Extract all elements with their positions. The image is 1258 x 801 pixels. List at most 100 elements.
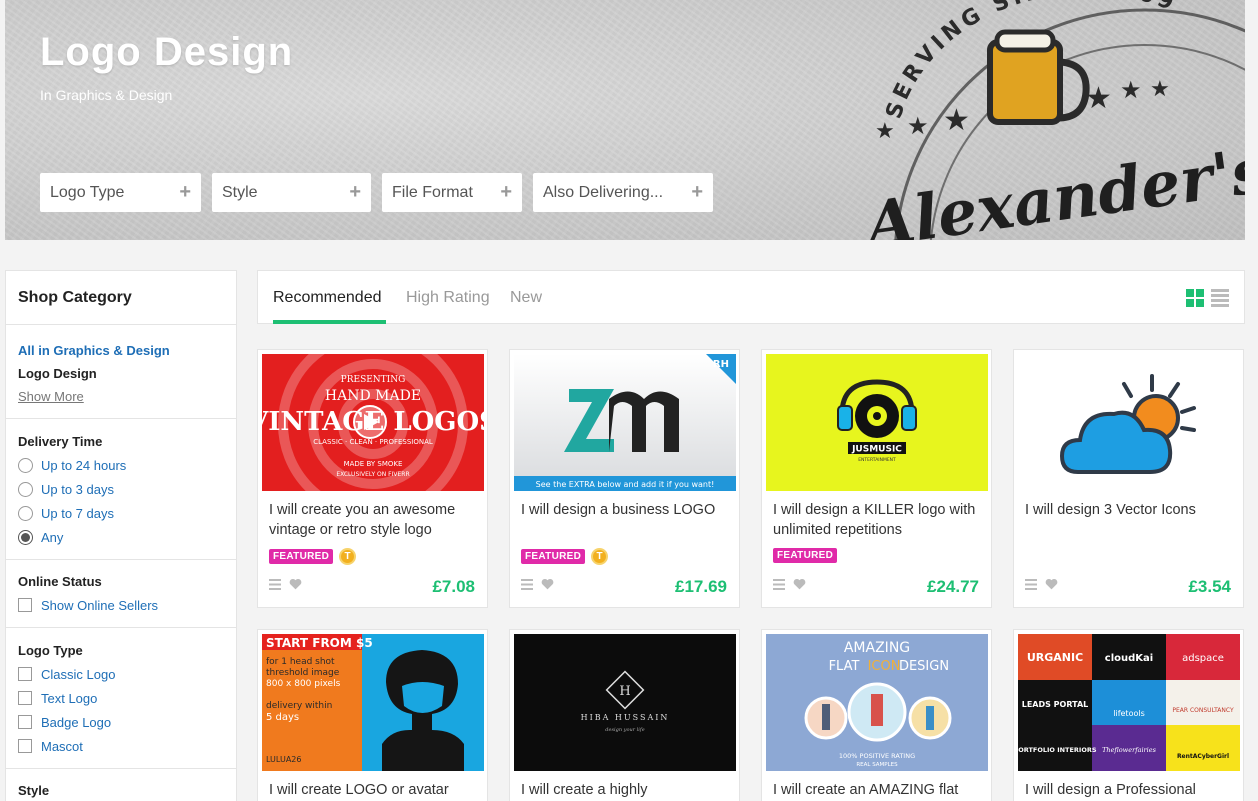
gig-title[interactable]: I will create you an awesome vintage or … <box>269 500 479 540</box>
heart-icon[interactable] <box>793 578 806 590</box>
badge-row: FEATURED T <box>521 548 609 565</box>
gig-price: £7.08 <box>432 577 475 596</box>
delivery-option-any[interactable]: Any <box>18 525 224 549</box>
gig-card[interactable]: START FROM $5 for 1 head shot threshold … <box>257 629 488 801</box>
collections-icon[interactable] <box>521 578 533 590</box>
badge-row: FEATURED <box>773 548 838 563</box>
svg-text:HIBA HUSSAIN: HIBA HUSSAIN <box>581 713 670 722</box>
checkbox[interactable] <box>18 691 32 705</box>
svg-text:5 days: 5 days <box>266 712 299 723</box>
plus-icon: + <box>349 181 361 203</box>
logo-type-mascot[interactable]: Mascot <box>18 734 224 758</box>
plus-icon: + <box>500 181 512 203</box>
tab-new[interactable]: New <box>510 289 542 307</box>
gig-card[interactable]: URGANIC cloudKai adspace LEADS PORTAL li… <box>1013 629 1244 801</box>
logo-type-badge[interactable]: Badge Logo <box>18 710 224 734</box>
svg-text:See the EXTRA below and add it: See the EXTRA below and add it if you wa… <box>536 480 715 489</box>
gig-thumbnail[interactable]: URGANIC cloudKai adspace LEADS PORTAL li… <box>1018 634 1240 771</box>
gig-title[interactable]: I will create LOGO or avatar <box>269 780 479 800</box>
heart-icon[interactable] <box>289 578 302 590</box>
grid-view-icon[interactable] <box>1186 289 1204 307</box>
tab-high-rating[interactable]: High Rating <box>406 289 490 307</box>
gig-card[interactable]: AMAZING FLAT ICON DESIGN 100% POSITIVE R… <box>761 629 992 801</box>
logo-type-classic[interactable]: Classic Logo <box>18 662 224 686</box>
gig-title[interactable]: I will design a Professional <box>1025 780 1235 800</box>
gig-thumbnail[interactable]: H HIBA HUSSAIN design your life <box>514 634 736 771</box>
svg-text:★: ★ <box>875 118 895 143</box>
heart-icon[interactable] <box>541 578 554 590</box>
checkbox[interactable] <box>18 598 32 612</box>
gig-title[interactable]: I will design a business LOGO <box>521 500 731 520</box>
badge-row: FEATURED T <box>269 548 357 565</box>
collections-icon[interactable] <box>1025 578 1037 590</box>
svg-text:MADE BY SMOKE: MADE BY SMOKE <box>344 460 403 468</box>
heart-icon[interactable] <box>1045 578 1058 590</box>
gig-title[interactable]: I will create an AMAZING flat <box>773 780 983 800</box>
filter-label: Also Delivering... <box>543 183 664 201</box>
gig-card[interactable]: I will design 3 Vector Icons £3.54 <box>1013 349 1244 608</box>
sort-tabs: Recommended High Rating New <box>257 270 1245 324</box>
gig-card[interactable]: See the EXTRA below and add it if you wa… <box>509 349 740 608</box>
svg-text:delivery within: delivery within <box>266 701 332 711</box>
delivery-option-7d[interactable]: Up to 7 days <box>18 501 224 525</box>
logo-type-text[interactable]: Text Logo <box>18 686 224 710</box>
filter-logo-type[interactable]: Logo Type + <box>40 173 201 212</box>
svg-text:LEADS PORTAL: LEADS PORTAL <box>1022 700 1089 709</box>
logo-type-title: Logo Type <box>18 643 83 658</box>
tab-recommended[interactable]: Recommended <box>273 289 382 307</box>
svg-text:design your life: design your life <box>605 727 644 733</box>
delivery-option-3d[interactable]: Up to 3 days <box>18 477 224 501</box>
radio-button[interactable] <box>18 457 33 473</box>
logo-type-section: Logo Type Classic Logo Text Logo Badge L… <box>6 628 236 769</box>
gig-thumbnail[interactable]: START FROM $5 for 1 head shot threshold … <box>262 634 484 771</box>
category-all-link[interactable]: All in Graphics & Design <box>18 339 224 362</box>
svg-text:ICON: ICON <box>868 659 901 674</box>
gig-price: £17.69 <box>675 577 727 596</box>
featured-badge: FEATURED <box>269 549 334 564</box>
filter-also-delivering[interactable]: Also Delivering... + <box>533 173 713 212</box>
collections-icon[interactable] <box>773 578 785 590</box>
radio-button[interactable] <box>18 481 33 497</box>
svg-text:threshold image: threshold image <box>266 668 340 678</box>
show-more-link[interactable]: Show More <box>18 385 224 408</box>
list-view-icon[interactable] <box>1211 289 1229 307</box>
card-actions <box>1025 578 1058 590</box>
filter-style[interactable]: Style + <box>212 173 371 212</box>
featured-badge: FEATURED <box>521 549 586 564</box>
gig-card[interactable]: JUSMUSIC ENTERTAINMENT I will design a K… <box>761 349 992 608</box>
gig-title[interactable]: I will design a KILLER logo with unlimit… <box>773 500 983 540</box>
svg-text:adspace: adspace <box>1182 653 1224 664</box>
gig-thumbnail[interactable]: See the EXTRA below and add it if you wa… <box>514 354 736 491</box>
svg-text:AMAZING: AMAZING <box>844 640 910 656</box>
radio-button[interactable] <box>18 505 33 521</box>
svg-text:RH: RH <box>713 359 729 370</box>
gig-card[interactable]: H HIBA HUSSAIN design your life I will c… <box>509 629 740 801</box>
filter-file-format[interactable]: File Format + <box>382 173 522 212</box>
checkbox[interactable] <box>18 739 32 753</box>
option-label: Any <box>41 529 64 545</box>
checkbox[interactable] <box>18 715 32 729</box>
gig-thumbnail[interactable]: PRESENTING HAND MADE VINTAGE LOGOS CLASS… <box>262 354 484 491</box>
gig-thumbnail[interactable]: AMAZING FLAT ICON DESIGN 100% POSITIVE R… <box>766 634 988 771</box>
online-sellers-option[interactable]: Show Online Sellers <box>18 593 224 617</box>
gig-card[interactable]: PRESENTING HAND MADE VINTAGE LOGOS CLASS… <box>257 349 488 608</box>
gig-thumbnail[interactable]: JUSMUSIC ENTERTAINMENT <box>766 354 988 491</box>
collections-icon[interactable] <box>269 578 281 590</box>
sidebar-heading: Shop Category <box>6 271 236 325</box>
option-label: Mascot <box>41 738 83 754</box>
svg-text:800 x 800 pixels: 800 x 800 pixels <box>266 679 341 689</box>
svg-text:START FROM $5: START FROM $5 <box>266 636 373 650</box>
radio-button-selected[interactable] <box>18 529 33 545</box>
delivery-option-24h[interactable]: Up to 24 hours <box>18 453 224 477</box>
style-section: Style <box>6 769 236 801</box>
page-title: Logo Design <box>40 30 294 74</box>
style-title: Style <box>18 783 50 798</box>
gig-title[interactable]: I will create a highly <box>521 780 731 800</box>
gig-thumbnail[interactable] <box>1018 354 1240 491</box>
gig-title[interactable]: I will design 3 Vector Icons <box>1025 500 1235 520</box>
option-label: Up to 24 hours <box>41 457 127 473</box>
svg-text:JUSMUSIC: JUSMUSIC <box>851 445 902 455</box>
svg-text:★: ★ <box>943 104 970 137</box>
checkbox[interactable] <box>18 667 32 681</box>
svg-text:PRESENTING: PRESENTING <box>341 375 406 385</box>
